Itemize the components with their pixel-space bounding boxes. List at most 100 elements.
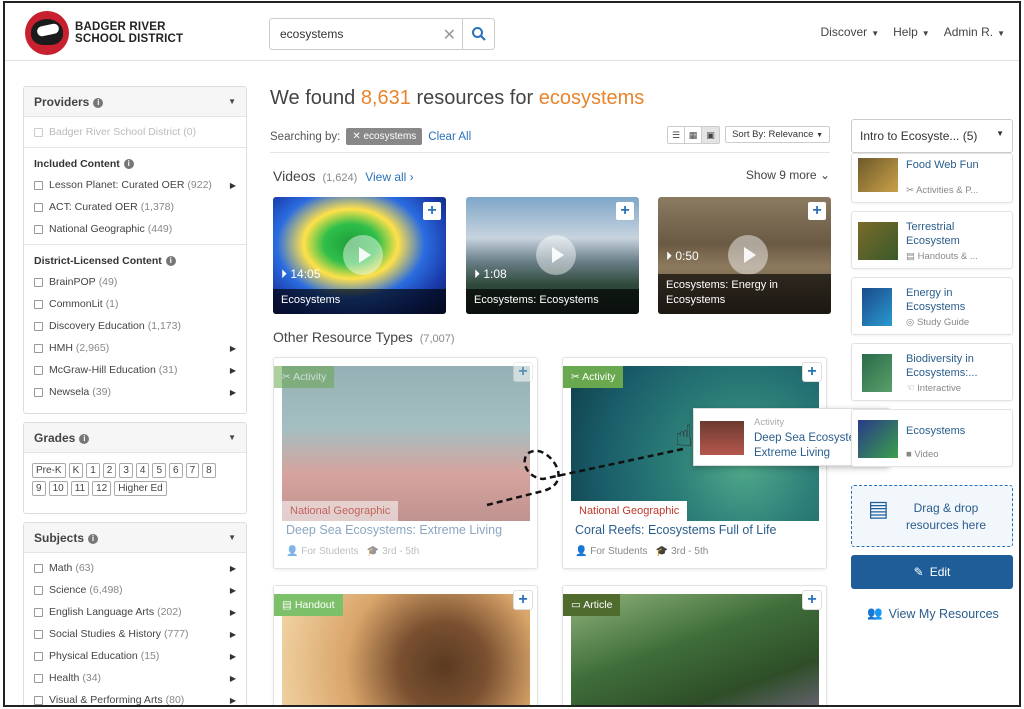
- grade-button[interactable]: 6: [169, 463, 183, 478]
- search-input[interactable]: [270, 20, 430, 48]
- chevron-right-icon[interactable]: ▶: [230, 366, 236, 375]
- video-card[interactable]: + ⏵ 0:50 Ecosystems: Energy in Ecosystem…: [658, 197, 831, 314]
- checkbox[interactable]: [34, 563, 43, 573]
- list-view-icon[interactable]: ☰: [668, 127, 685, 143]
- collection-item[interactable]: Energy in Ecosystems ◎ Study Guide: [851, 277, 1013, 335]
- info-icon[interactable]: i: [165, 256, 176, 266]
- add-icon[interactable]: +: [423, 202, 441, 220]
- chevron-right-icon[interactable]: ▶: [230, 652, 236, 661]
- collection-item[interactable]: Terrestrial Ecosystem ▤ Handouts & ...: [851, 211, 1013, 269]
- play-icon[interactable]: [728, 235, 768, 275]
- provider-item[interactable]: CommonLit (1): [24, 293, 246, 315]
- add-icon[interactable]: +: [808, 202, 826, 220]
- subject-item[interactable]: Physical Education (15) ▶: [24, 645, 246, 667]
- chevron-right-icon[interactable]: ▶: [230, 564, 236, 573]
- info-icon[interactable]: i: [79, 433, 90, 444]
- checkbox[interactable]: [34, 343, 43, 353]
- chevron-right-icon[interactable]: ▶: [230, 344, 236, 353]
- chevron-right-icon[interactable]: ▶: [230, 388, 236, 397]
- checkbox[interactable]: [34, 585, 43, 595]
- collection-dropdown[interactable]: Intro to Ecosyste... (5) ▼: [851, 119, 1013, 153]
- close-icon[interactable]: ✕: [352, 131, 363, 142]
- chevron-right-icon[interactable]: ▶: [230, 586, 236, 595]
- checkbox[interactable]: [34, 651, 43, 661]
- add-icon[interactable]: +: [803, 591, 821, 609]
- subject-item[interactable]: English Language Arts (202) ▶: [24, 601, 246, 623]
- video-card[interactable]: + ⏵ 1:08 Ecosystems: Ecosystems: [466, 197, 639, 314]
- nav-help[interactable]: Help ▼: [893, 25, 930, 39]
- grade-button[interactable]: Higher Ed: [114, 481, 167, 496]
- grade-button[interactable]: K: [68, 463, 84, 478]
- checkbox[interactable]: [34, 277, 43, 287]
- checkbox[interactable]: [34, 607, 43, 617]
- collection-item[interactable]: Ecosystems ■ Video: [851, 409, 1013, 467]
- grades-header[interactable]: Grades i ▼: [24, 423, 246, 453]
- checkbox[interactable]: [34, 629, 43, 639]
- checkbox[interactable]: [34, 387, 43, 397]
- grade-button[interactable]: 7: [185, 463, 200, 478]
- collection-item[interactable]: Biodiversity in Ecosystems:... ☜ Interac…: [851, 343, 1013, 401]
- clear-all-link[interactable]: Clear All: [428, 131, 471, 143]
- nav-admin[interactable]: Admin R. ▼: [944, 25, 1005, 39]
- resource-card[interactable]: ▭ Article +: [562, 585, 827, 705]
- search-button[interactable]: [462, 19, 494, 49]
- chevron-right-icon[interactable]: ▶: [230, 696, 236, 705]
- providers-header[interactable]: Providers i ▼: [24, 87, 246, 117]
- show-more-videos[interactable]: Show 9 more ⌄: [746, 168, 830, 182]
- provider-item[interactable]: Discovery Education (1,173): [24, 315, 246, 337]
- checkbox[interactable]: [34, 224, 43, 234]
- district-logo[interactable]: BADGER RIVER SCHOOL DISTRICT: [25, 11, 183, 55]
- provider-district[interactable]: Badger River School District (0): [24, 121, 246, 143]
- play-icon[interactable]: [536, 235, 576, 275]
- provider-item[interactable]: McGraw-Hill Education (31) ▶: [24, 359, 246, 381]
- nav-discover[interactable]: Discover ▼: [821, 25, 880, 39]
- checkbox[interactable]: [34, 127, 43, 137]
- subject-item[interactable]: Visual & Performing Arts (80) ▶: [24, 689, 246, 705]
- checkbox[interactable]: [34, 673, 43, 683]
- provider-item[interactable]: HMH (2,965) ▶: [24, 337, 246, 359]
- resource-card[interactable]: ▤ Handout +: [273, 585, 538, 705]
- subject-item[interactable]: Science (6,498) ▶: [24, 579, 246, 601]
- chevron-right-icon[interactable]: ▶: [230, 608, 236, 617]
- add-icon[interactable]: +: [803, 363, 821, 381]
- grade-button[interactable]: 1: [86, 463, 100, 478]
- resource-title[interactable]: Deep Sea Ecosystems: Extreme Living: [286, 523, 502, 537]
- collection-item[interactable]: Food Web Fun ✂ Activities & P...: [851, 153, 1013, 203]
- provider-item[interactable]: ACT: Curated OER (1,378): [24, 196, 246, 218]
- grade-button[interactable]: 3: [119, 463, 133, 478]
- provider-item[interactable]: Lesson Planet: Curated OER (922) ▶: [24, 174, 246, 196]
- info-icon[interactable]: i: [93, 97, 104, 108]
- info-icon[interactable]: i: [123, 159, 134, 169]
- play-icon[interactable]: [343, 235, 383, 275]
- info-icon[interactable]: i: [88, 533, 99, 544]
- grade-button[interactable]: 4: [135, 463, 150, 478]
- search-chip[interactable]: ✕ ecosystems: [346, 128, 423, 145]
- subject-item[interactable]: Social Studies & History (777) ▶: [24, 623, 246, 645]
- checkbox[interactable]: [34, 180, 43, 190]
- video-card[interactable]: + ⏵ 14:05 Ecosystems: [273, 197, 446, 314]
- view-my-resources-link[interactable]: 👥 View My Resources: [867, 606, 999, 621]
- chevron-right-icon[interactable]: ▶: [230, 674, 236, 683]
- grade-button[interactable]: 10: [48, 481, 68, 496]
- subject-item[interactable]: Health (34) ▶: [24, 667, 246, 689]
- image-view-icon[interactable]: ▣: [702, 127, 719, 143]
- view-all-videos-link[interactable]: View all ›: [365, 170, 413, 184]
- sort-dropdown[interactable]: Sort By: Relevance ▼: [725, 126, 830, 143]
- provider-item[interactable]: Newsela (39) ▶: [24, 381, 246, 403]
- grid-view-icon[interactable]: ▦: [685, 127, 702, 143]
- checkbox[interactable]: [34, 321, 43, 331]
- grade-button[interactable]: 2: [102, 463, 117, 478]
- clear-search-icon[interactable]: ✕: [443, 25, 456, 45]
- grade-button[interactable]: 12: [92, 481, 112, 496]
- chevron-right-icon[interactable]: ▶: [230, 630, 236, 639]
- checkbox[interactable]: [34, 299, 43, 309]
- checkbox[interactable]: [34, 202, 43, 212]
- subject-item[interactable]: Math (63) ▶: [24, 557, 246, 579]
- provider-item[interactable]: National Geographic (449): [24, 218, 246, 240]
- subjects-header[interactable]: Subjects i ▼: [24, 523, 246, 553]
- drop-zone[interactable]: ▤ Drag & drop resources here: [851, 485, 1013, 547]
- add-icon[interactable]: +: [514, 363, 532, 381]
- provider-item[interactable]: BrainPOP (49): [24, 271, 246, 293]
- checkbox[interactable]: [34, 365, 43, 375]
- grade-button[interactable]: 8: [202, 463, 216, 478]
